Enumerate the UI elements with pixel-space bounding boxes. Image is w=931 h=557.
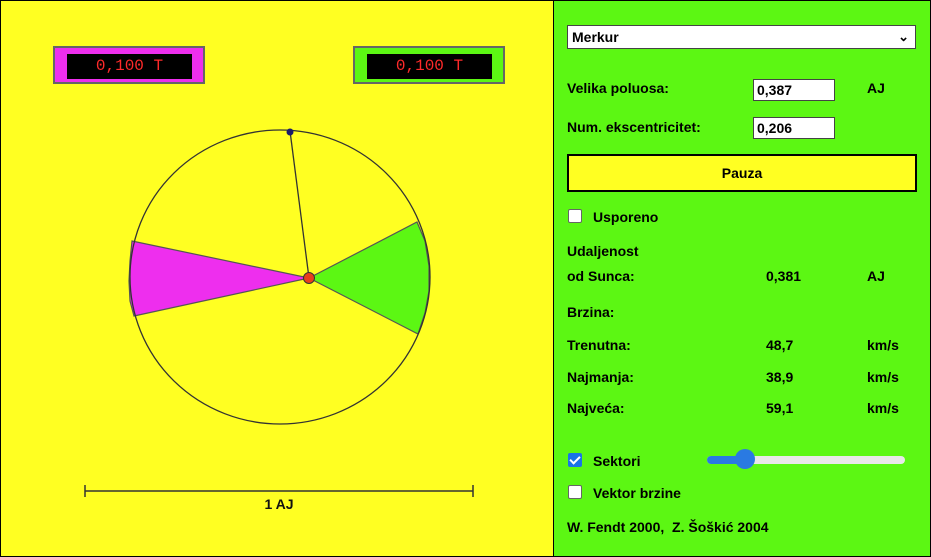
eccentricity-input[interactable]: 0,206	[753, 117, 835, 139]
distance-unit: AJ	[867, 268, 885, 284]
sectors-checkbox[interactable]	[568, 453, 582, 467]
pause-button[interactable]: Pauza	[567, 154, 917, 192]
distance-label-line1: Udaljenost	[567, 243, 639, 259]
control-panel: Merkur ⌄ Velika poluosa: 0,387 AJ Num. e…	[554, 1, 930, 556]
kepler-applet: 0,100 T 0,100 T 1 AJ Merkur ⌄ Velika pol…	[0, 0, 931, 557]
eccentricity-label: Num. ekscentricitet:	[567, 119, 701, 135]
max-speed-label: Najveća:	[567, 400, 625, 416]
orbit-panel: 0,100 T 0,100 T 1 AJ	[1, 1, 554, 556]
credits: W. Fendt 2000, Z. Šoškić 2004	[567, 519, 769, 535]
planet-select[interactable]: Merkur ⌄	[567, 25, 916, 49]
sun	[303, 272, 315, 284]
min-speed-value: 38,9	[766, 369, 794, 385]
semi-major-input[interactable]: 0,387	[753, 79, 835, 101]
min-speed-label: Najmanja:	[567, 369, 634, 385]
sector-magenta	[128, 240, 310, 317]
velocity-vector-label: Vektor brzine	[593, 485, 681, 501]
velocity-vector-checkbox[interactable]	[568, 485, 582, 499]
chevron-down-icon: ⌄	[898, 29, 909, 44]
speed-heading: Brzina:	[567, 304, 615, 320]
planet[interactable]	[286, 128, 294, 136]
semi-major-label: Velika poluosa:	[567, 80, 669, 96]
scale-label: 1 AJ	[264, 496, 294, 512]
distance-label-line2: od Sunca:	[567, 268, 635, 284]
semi-major-unit: AJ	[867, 80, 885, 96]
sector-green	[307, 221, 430, 335]
max-speed-unit: km/s	[867, 400, 899, 416]
current-speed-value: 48,7	[766, 337, 794, 353]
distance-value: 0,381	[766, 268, 802, 284]
orbit-diagram	[84, 128, 474, 497]
radius-vector	[289, 130, 310, 279]
slow-motion-checkbox[interactable]	[568, 209, 582, 223]
current-speed-label: Trenutna:	[567, 337, 631, 353]
slow-motion-label: Usporeno	[593, 209, 659, 225]
sectors-label: Sektori	[593, 453, 641, 469]
sectors-slider-thumb[interactable]	[734, 449, 755, 469]
current-speed-unit: km/s	[867, 337, 899, 353]
max-speed-value: 59,1	[766, 400, 794, 416]
min-speed-unit: km/s	[867, 369, 899, 385]
planet-select-value: Merkur	[572, 29, 619, 45]
